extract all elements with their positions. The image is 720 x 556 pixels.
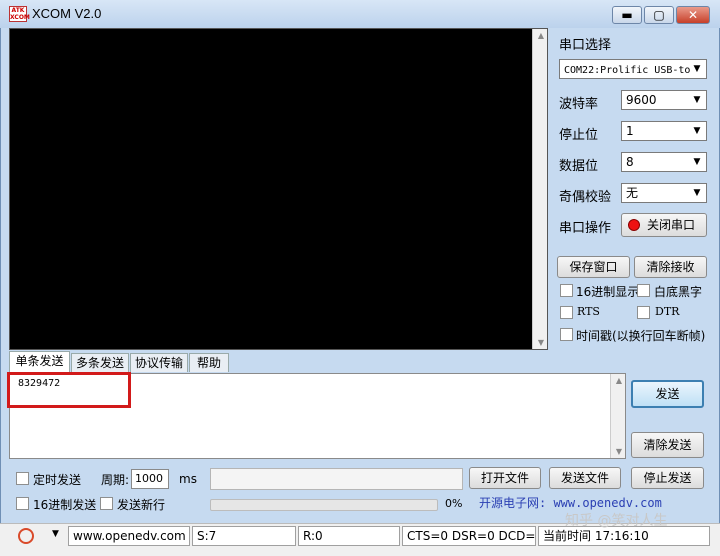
port-select-value: COM22:Prolific USB-to: [564, 65, 691, 76]
watermark: 知乎 @笑对人生: [565, 513, 668, 529]
tab-multi-send[interactable]: 多条发送: [71, 353, 129, 372]
port-status-icon: [628, 219, 640, 231]
port-select[interactable]: COM22:Prolific USB-to ▼: [559, 59, 707, 79]
period-unit: ms: [179, 472, 197, 486]
dropdown-arrow-icon[interactable]: ▼: [52, 529, 59, 539]
stopbits-select[interactable]: 1 ▼: [621, 121, 707, 141]
maximize-button[interactable]: ▢: [644, 6, 674, 24]
close-port-button[interactable]: 关闭串口: [621, 213, 707, 237]
chevron-down-icon: ▼: [693, 95, 701, 105]
close-port-label: 关闭串口: [646, 218, 695, 232]
baud-value: 9600: [626, 93, 657, 107]
settings-gear-icon[interactable]: [18, 528, 34, 544]
chevron-down-icon: ▼: [693, 126, 701, 136]
app-logo-icon: ATK XCOM: [9, 6, 30, 22]
timed-send-label: 定时发送: [33, 473, 82, 487]
progress-text: 0%: [445, 497, 463, 510]
file-path-field[interactable]: [210, 468, 463, 490]
period-input[interactable]: 1000: [131, 469, 169, 489]
timestamp-label: 时间戳(以换行回车断帧): [576, 329, 706, 343]
window-title: XCOM V2.0: [32, 6, 102, 21]
send-newline-label: 发送新行: [117, 498, 166, 512]
minimize-icon: ▬: [621, 8, 633, 22]
minimize-button[interactable]: ▬: [612, 6, 642, 24]
databits-value: 8: [626, 155, 634, 169]
status-signals: CTS=0 DSR=0 DCD=0: [402, 526, 536, 546]
maximize-icon: ▢: [653, 8, 665, 22]
send-file-button[interactable]: 发送文件: [549, 467, 621, 489]
hex-display-checkbox[interactable]: [560, 284, 573, 297]
close-icon: ✕: [687, 8, 699, 22]
status-sent: S:7: [192, 526, 296, 546]
databits-label: 数据位: [559, 159, 599, 174]
white-bg-checkbox[interactable]: [637, 284, 650, 297]
tab-single-send[interactable]: 单条发送: [9, 351, 70, 372]
clear-receive-button[interactable]: 清除接收: [634, 256, 707, 278]
chevron-down-icon: ▼: [693, 64, 701, 74]
databits-select[interactable]: 8 ▼: [621, 152, 707, 172]
send-progress-bar: [210, 499, 438, 511]
status-received: R:0: [298, 526, 400, 546]
stopbits-label: 停止位: [559, 128, 599, 143]
timed-send-checkbox[interactable]: [16, 472, 29, 485]
tab-help[interactable]: 帮助: [189, 353, 229, 372]
white-bg-label: 白底黑字: [654, 285, 703, 299]
chevron-down-icon: ▼: [693, 188, 701, 198]
chevron-down-icon: ▼: [693, 157, 701, 167]
hex-display-label: 16进制显示: [576, 285, 640, 299]
rts-checkbox[interactable]: [560, 306, 573, 319]
clear-send-button[interactable]: 清除发送: [631, 432, 704, 458]
scroll-down-icon[interactable]: ▼: [533, 338, 549, 347]
parity-select[interactable]: 无 ▼: [621, 183, 707, 203]
scroll-up-icon[interactable]: ▲: [533, 31, 549, 40]
openedv-link[interactable]: 开源电子网: www.openedv.com: [479, 494, 662, 511]
stopbits-value: 1: [626, 124, 634, 138]
rts-label: RTS: [577, 305, 600, 318]
highlight-box: [7, 372, 131, 408]
receive-area[interactable]: [9, 28, 548, 350]
dtr-label: DTR: [655, 305, 680, 318]
port-op-label: 串口操作: [559, 221, 612, 236]
close-window-button[interactable]: ✕: [676, 6, 710, 24]
scroll-up-icon[interactable]: ▲: [611, 376, 627, 385]
send-button[interactable]: 发送: [631, 380, 704, 408]
stop-send-button[interactable]: 停止发送: [631, 467, 704, 489]
baud-select[interactable]: 9600 ▼: [621, 90, 707, 110]
tab-protocol[interactable]: 协议传输: [130, 353, 188, 372]
open-file-button[interactable]: 打开文件: [469, 467, 541, 489]
send-newline-checkbox[interactable]: [100, 497, 113, 510]
period-label: 周期:: [101, 473, 130, 487]
parity-value: 无: [626, 186, 639, 200]
parity-label: 奇偶校验: [559, 190, 612, 205]
dtr-checkbox[interactable]: [637, 306, 650, 319]
save-window-button[interactable]: 保存窗口: [557, 256, 630, 278]
timestamp-checkbox[interactable]: [560, 328, 573, 341]
hex-send-checkbox[interactable]: [16, 497, 29, 510]
receive-scrollbar[interactable]: ▲ ▼: [532, 29, 547, 349]
hex-send-label: 16进制发送: [33, 498, 97, 512]
send-scrollbar[interactable]: ▲ ▼: [610, 374, 625, 458]
baud-label: 波特率: [559, 97, 599, 112]
port-select-label: 串口选择: [559, 38, 612, 53]
status-url[interactable]: www.openedv.com: [68, 526, 190, 546]
scroll-down-icon[interactable]: ▼: [611, 447, 627, 456]
period-value: 1000: [135, 472, 163, 485]
